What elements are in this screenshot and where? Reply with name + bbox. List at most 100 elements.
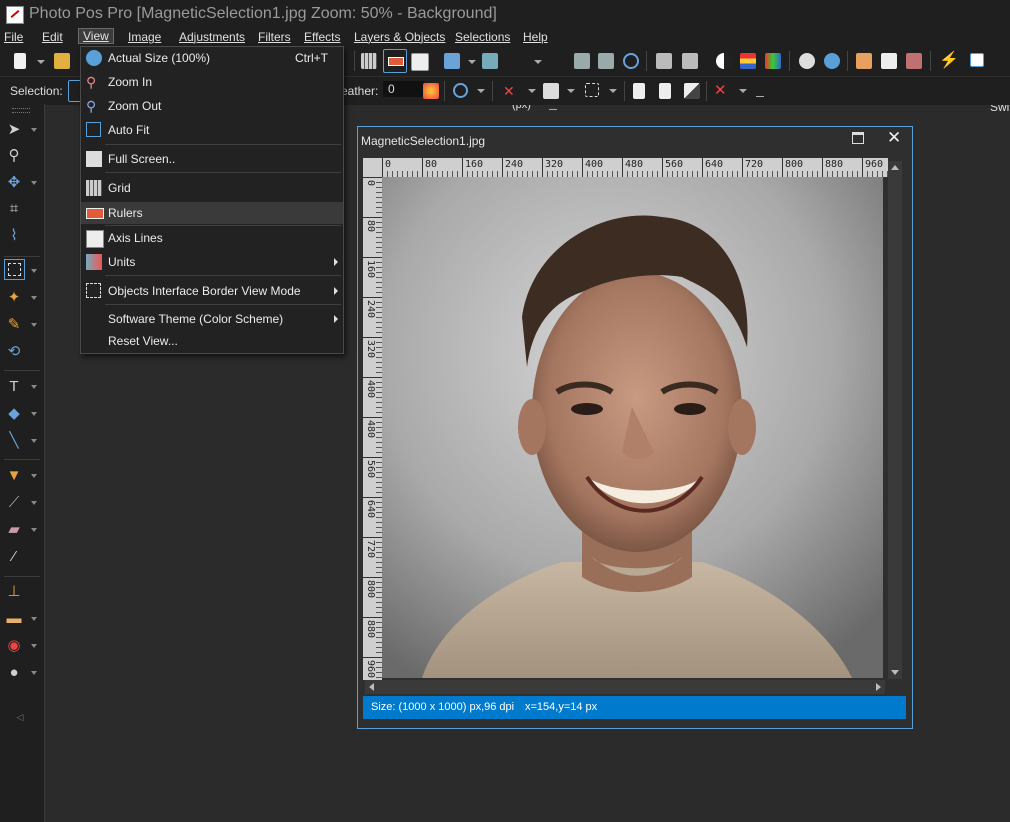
sharpen-icon[interactable]	[799, 53, 815, 69]
menu-image[interactable]: Image	[128, 30, 161, 44]
feather-color-icon[interactable]	[423, 83, 439, 99]
menu-selections[interactable]: Selections	[455, 30, 510, 44]
crop-tool-icon[interactable]: ⌗	[6, 201, 22, 217]
page-icon[interactable]	[633, 83, 645, 99]
grid-toggle-icon[interactable]	[361, 53, 377, 69]
menu-item-rulers[interactable]: Rulers	[81, 202, 343, 224]
move-tool-icon[interactable]: ✥	[6, 175, 22, 191]
h-ruler-label: 880	[825, 159, 844, 170]
rotate-icon[interactable]	[623, 53, 639, 69]
rulers-toggle-icon[interactable]	[383, 49, 407, 73]
magic-wand-tool-icon[interactable]: ✦	[6, 290, 22, 306]
flip-icon[interactable]	[574, 53, 590, 69]
menu-item-actual-size[interactable]: Actual Size (100%) Ctrl+T	[81, 47, 343, 69]
menu-item-software-theme[interactable]: Software Theme (Color Scheme)	[81, 308, 343, 330]
menu-layers-objects[interactable]: Layers & Objects	[354, 30, 445, 44]
fill-bucket-tool-icon[interactable]: ▼	[6, 468, 22, 484]
vertical-scrollbar[interactable]	[888, 161, 902, 679]
eraser-tool-icon[interactable]: ▰	[6, 522, 22, 538]
new-file-icon[interactable]	[14, 53, 26, 69]
frame-icon[interactable]	[881, 53, 897, 69]
color-balance-icon[interactable]	[740, 53, 756, 69]
image-size-dropdown-icon[interactable]	[468, 60, 476, 64]
menu-item-zoom-out[interactable]: ⚲ Zoom Out	[81, 95, 343, 117]
shape-dropdown-icon[interactable]	[477, 89, 485, 93]
axis-lines-toggle-icon[interactable]	[411, 53, 429, 71]
menu-item-axis-lines[interactable]: Axis Lines	[81, 227, 343, 249]
menu-filters[interactable]: Filters	[258, 30, 291, 44]
h-ruler-label: 320	[545, 159, 564, 170]
scroll-up-icon[interactable]	[891, 165, 899, 170]
text-tool-icon[interactable]: T	[6, 379, 22, 395]
healing-tool-icon[interactable]: ▬	[6, 611, 22, 627]
menu-view[interactable]: View	[78, 28, 114, 44]
menu-item-full-screen[interactable]: Full Screen..	[81, 148, 343, 170]
cancel-dropdown-icon[interactable]	[739, 89, 747, 93]
collapse-panel-icon[interactable]: ◁	[12, 709, 28, 725]
red-eye-tool-icon[interactable]: ◉	[6, 638, 22, 654]
menu-edit[interactable]: Edit	[42, 30, 63, 44]
invert-selection-icon[interactable]	[684, 83, 700, 99]
menu-item-zoom-in[interactable]: ⚲ Zoom In	[81, 71, 343, 93]
lasso-tool-icon[interactable]: ⟲	[6, 344, 22, 360]
feather-input[interactable]: 0	[383, 81, 424, 97]
scroll-left-icon[interactable]	[369, 683, 374, 691]
transform-selection-icon[interactable]	[585, 83, 599, 97]
menu-item-reset-view[interactable]: Reset View...	[81, 330, 343, 352]
menu-item-units[interactable]: Units	[81, 251, 343, 273]
menu-item-auto-fit[interactable]: Auto Fit	[81, 119, 343, 141]
menu-adjustments[interactable]: Adjustments	[179, 30, 245, 44]
flip-vertical-icon[interactable]	[682, 53, 698, 69]
menu-item-grid[interactable]: Grid	[81, 177, 343, 199]
v-ruler-label: 880	[365, 620, 376, 639]
cancel-selection-icon[interactable]: ✕	[714, 83, 730, 99]
magic-select-icon[interactable]: ✕	[503, 83, 519, 99]
transform-dropdown-icon[interactable]	[609, 89, 617, 93]
ellipse-icon[interactable]	[453, 83, 468, 98]
copy-dropdown-icon[interactable]	[567, 89, 575, 93]
eyedropper-tool-icon[interactable]: ⁄	[6, 549, 22, 565]
pen-tool-icon[interactable]: ✎	[6, 317, 22, 333]
menu-item-border-view-mode[interactable]: Objects Interface Border View Mode	[81, 280, 343, 302]
maximize-icon[interactable]	[852, 132, 864, 144]
rect-selection-tool-icon[interactable]	[4, 259, 25, 280]
image-size-icon[interactable]	[444, 53, 460, 69]
submenu-arrow-icon	[334, 315, 338, 323]
smudge-tool-icon[interactable]: ●	[6, 665, 22, 681]
levels-icon[interactable]	[765, 53, 781, 69]
copy-selection-icon[interactable]	[543, 83, 559, 99]
blur-icon[interactable]	[824, 53, 840, 69]
scroll-down-icon[interactable]	[891, 670, 899, 675]
menu-file[interactable]: File	[4, 30, 23, 44]
units-icon[interactable]	[482, 53, 498, 69]
magic-dropdown-icon[interactable]	[528, 89, 536, 93]
page-select-icon[interactable]	[659, 83, 671, 99]
lightning-icon[interactable]: ⚡	[939, 53, 959, 69]
pointer-tool-icon[interactable]: ➤	[6, 122, 22, 138]
stamp-tool-icon[interactable]: ⊥	[6, 584, 22, 600]
brush-tool-icon[interactable]: ⟋	[6, 495, 22, 511]
menu-effects[interactable]: Effects	[304, 30, 340, 44]
brightness-icon[interactable]	[716, 53, 732, 69]
curve-tool-icon[interactable]: ⌇	[6, 228, 22, 244]
close-icon[interactable]: ✕	[887, 128, 901, 148]
shapes-tool-icon[interactable]: ◆	[6, 406, 22, 422]
line-tool-icon[interactable]: ╲	[6, 433, 22, 449]
menu-bar: File Edit View Image Adjustments Filters…	[0, 28, 1010, 46]
flip-horizontal-icon[interactable]	[656, 53, 672, 69]
image-canvas[interactable]	[382, 177, 883, 678]
scroll-right-icon[interactable]	[876, 683, 881, 691]
new-file-dropdown-icon[interactable]	[37, 60, 45, 64]
switch-icon[interactable]	[970, 53, 984, 67]
v-ruler-label: 480	[365, 420, 376, 439]
image-effect-icon[interactable]	[856, 53, 872, 69]
zoom-tool-icon[interactable]: ⚲	[6, 148, 22, 164]
units-dropdown-icon[interactable]	[534, 60, 542, 64]
horizontal-scrollbar[interactable]	[365, 680, 885, 694]
open-folder-icon[interactable]	[54, 53, 70, 69]
portrait-photo	[382, 177, 883, 678]
mirror-icon[interactable]	[598, 53, 614, 69]
menu-help[interactable]: Help	[523, 30, 548, 44]
landscape-icon[interactable]	[906, 53, 922, 69]
toolbox-grip[interactable]	[12, 108, 30, 113]
